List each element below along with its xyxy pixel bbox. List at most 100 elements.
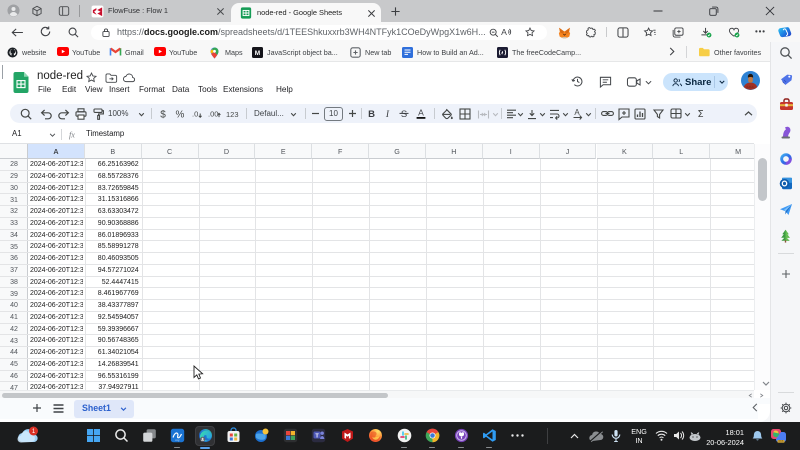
scroll-left-icon[interactable] [748,393,753,398]
horizontal-scrollbar[interactable] [0,390,754,398]
horizontal-align-dropdown-icon[interactable] [517,112,524,117]
address-bar[interactable]: https://docs.google.com/spreadsheets/d/1… [91,25,547,40]
new-tab-button[interactable] [388,4,402,18]
cell-b30[interactable]: 83.72659845 [87,183,139,195]
copilot-icon[interactable] [778,25,792,39]
cell-a28[interactable]: 2024-06-20T12:3 [30,159,83,171]
column-header-a[interactable]: A [28,144,85,159]
cell-a37[interactable]: 2024-06-20T12:3 [30,265,83,277]
taskbar-myapp-icon[interactable]: my [170,428,185,443]
cell-a46[interactable]: 2024-06-20T12:3 [30,371,83,383]
taskbar-search-icon[interactable] [114,428,129,443]
cell-b28[interactable]: 66.25163962 [87,159,139,171]
row-header-42[interactable]: 42 [0,324,28,336]
select-all-corner[interactable] [0,144,28,159]
bookmark-item[interactable]: YouTube [72,48,100,57]
cell-a43[interactable]: 2024-06-20T12:3 [30,335,83,347]
menu-edit[interactable]: Edit [62,85,76,94]
cell-a40[interactable]: 2024-06-20T12:3 [30,300,83,312]
cell-a31[interactable]: 2024-06-20T12:3 [30,194,83,206]
sidebar-outlook-icon[interactable] [779,177,793,190]
bold-icon[interactable]: B [367,108,376,119]
font-dropdown-icon[interactable] [290,112,297,117]
insert-chart-icon[interactable] [634,108,646,120]
widgets-weather-icon[interactable]: 1 [16,426,40,446]
read-aloud-icon[interactable]: A [501,27,513,37]
vertical-align-dropdown-icon[interactable] [539,112,546,117]
cell-b32[interactable]: 63.63303472 [87,206,139,218]
row-header-43[interactable]: 43 [0,335,28,347]
row-header-46[interactable]: 46 [0,371,28,383]
cell-b45[interactable]: 14.26839541 [87,359,139,371]
sidebar-drop-icon[interactable] [779,203,793,216]
notification-bell-icon[interactable] [752,430,763,442]
window-minimize-button[interactable] [653,10,663,12]
cell-a38[interactable]: 2024-06-20T12:3 [30,277,83,289]
collections-icon[interactable] [672,27,684,38]
column-header-d[interactable]: D [199,144,256,159]
browser-essentials-icon[interactable] [728,27,740,38]
cell-a45[interactable]: 2024-06-20T12:3 [30,359,83,371]
sidebar-add-icon[interactable] [779,267,793,281]
menu-file[interactable]: File [38,85,51,94]
bookmark-item[interactable]: Maps [225,48,243,57]
cell-a35[interactable]: 2024-06-20T12:3 [30,241,83,253]
settings-more-icon[interactable] [755,30,765,33]
row-header-34[interactable]: 34 [0,230,28,242]
row-header-28[interactable]: 28 [0,159,28,171]
vertical-align-icon[interactable] [527,109,537,120]
column-header-b[interactable]: B [85,144,142,159]
insert-link-icon[interactable] [601,110,614,117]
menu-format[interactable]: Format [139,85,165,94]
column-header-k[interactable]: K [597,144,654,159]
borders-icon[interactable] [459,108,471,120]
formula-content[interactable]: Timestamp [86,129,124,138]
scroll-down-icon[interactable] [762,381,770,386]
zoom-page-icon[interactable] [489,28,499,38]
row-header-29[interactable]: 29 [0,171,28,183]
star-icon[interactable] [86,72,97,83]
cell-a34[interactable]: 2024-06-20T12:3 [30,230,83,242]
favorites-icon[interactable] [644,27,656,38]
sidebar-tree-icon[interactable] [779,229,792,243]
move-folder-icon[interactable] [105,73,117,83]
sidebar-tag-icon[interactable] [779,73,793,87]
cell-b43[interactable]: 90.56748365 [87,335,139,347]
bookmark-item[interactable]: JavaScript object ba... [267,48,338,57]
menu-insert[interactable]: Insert [109,85,129,94]
taskbar-clock[interactable]: 18:01 20-06-2024 [692,428,744,448]
cell-b37[interactable]: 94.57271024 [87,265,139,277]
redo-icon[interactable] [58,109,70,119]
sheet-tab-sheet1[interactable]: Sheet1 [74,400,134,418]
taskbar-slack-icon[interactable] [397,428,412,443]
cell-b41[interactable]: 92.54594057 [87,312,139,324]
decrease-decimal-icon[interactable]: .0 [192,109,204,120]
cell-b44[interactable]: 61.34021054 [87,347,139,359]
row-header-30[interactable]: 30 [0,183,28,195]
taskbar-sphere-icon[interactable] [254,428,269,443]
taskbar-gapp-icon[interactable] [283,428,298,443]
window-restore-button[interactable] [709,6,719,16]
cell-b31[interactable]: 31.15316866 [87,194,139,206]
fill-color-icon[interactable] [441,108,453,120]
sidebar-games-icon[interactable] [779,125,792,139]
cell-b46[interactable]: 96.55316199 [87,371,139,383]
workspaces-icon[interactable] [31,5,43,17]
lock-icon[interactable] [102,28,110,37]
taskbar-mcafee-icon[interactable] [340,428,355,443]
tab-flowfuse[interactable]: FlowFuse : Flow 1 [85,0,230,22]
text-color-icon[interactable]: A [416,108,426,119]
cell-a30[interactable]: 2024-06-20T12:3 [30,183,83,195]
cell-a41[interactable]: 2024-06-20T12:3 [30,312,83,324]
all-sheets-button[interactable] [53,404,64,413]
table-icon[interactable] [670,108,682,119]
toolbar-search-icon[interactable] [20,108,32,120]
row-header-36[interactable]: 36 [0,253,28,265]
row-header-39[interactable]: 39 [0,288,28,300]
cell-b35[interactable]: 85.58991278 [87,241,139,253]
menu-help[interactable]: Help [276,85,293,94]
taskbar-edge-icon[interactable] [198,428,213,443]
taskbar-chrome-icon[interactable] [425,428,440,443]
increase-font-size-icon[interactable] [348,109,357,118]
column-header-f[interactable]: F [312,144,369,159]
